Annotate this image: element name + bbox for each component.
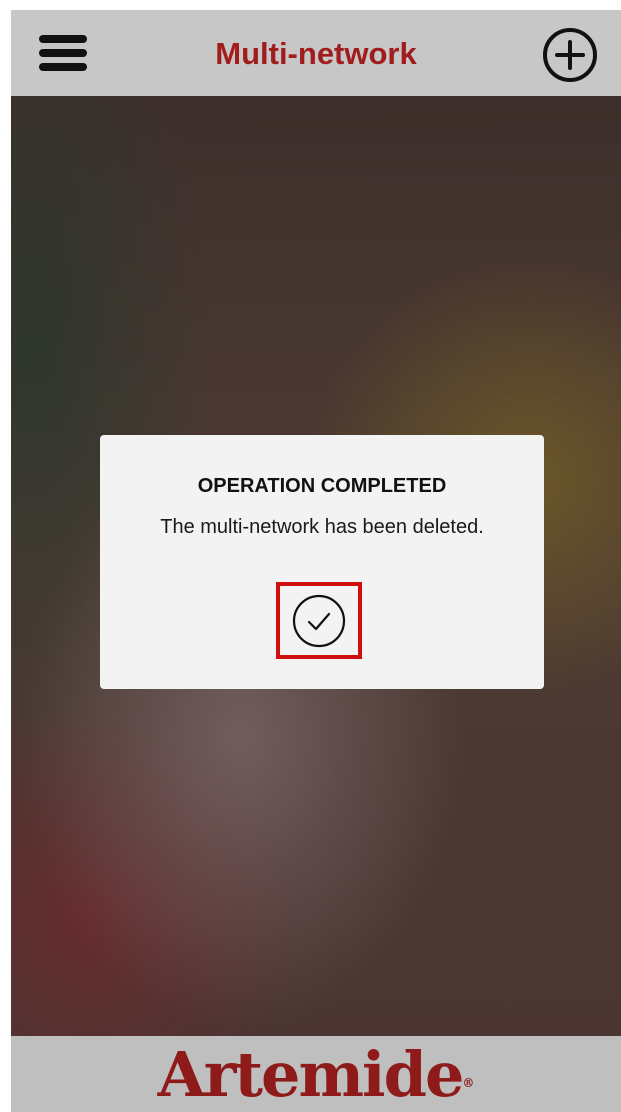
dialog-title: OPERATION COMPLETED	[197, 475, 447, 497]
check-circle-icon	[292, 594, 346, 648]
add-button[interactable]	[542, 27, 598, 83]
brand-name: Artemide	[157, 1038, 465, 1111]
operation-dialog: OPERATION COMPLETED The multi-network ha…	[100, 435, 544, 689]
top-app-bar: Multi-network	[11, 10, 621, 96]
brand-logo: Artemide®	[11, 1040, 621, 1110]
plus-circle-icon	[543, 28, 597, 82]
dialog-message: The multi-network has been deleted.	[160, 516, 484, 538]
app-screen: Multi-network Artemide® OPERATION COMPLE…	[11, 10, 621, 1112]
page-title: Multi-network	[215, 36, 417, 71]
registered-mark: ®	[462, 1076, 475, 1090]
confirm-button[interactable]	[276, 582, 362, 659]
brand-footer: Artemide®	[11, 1036, 621, 1112]
